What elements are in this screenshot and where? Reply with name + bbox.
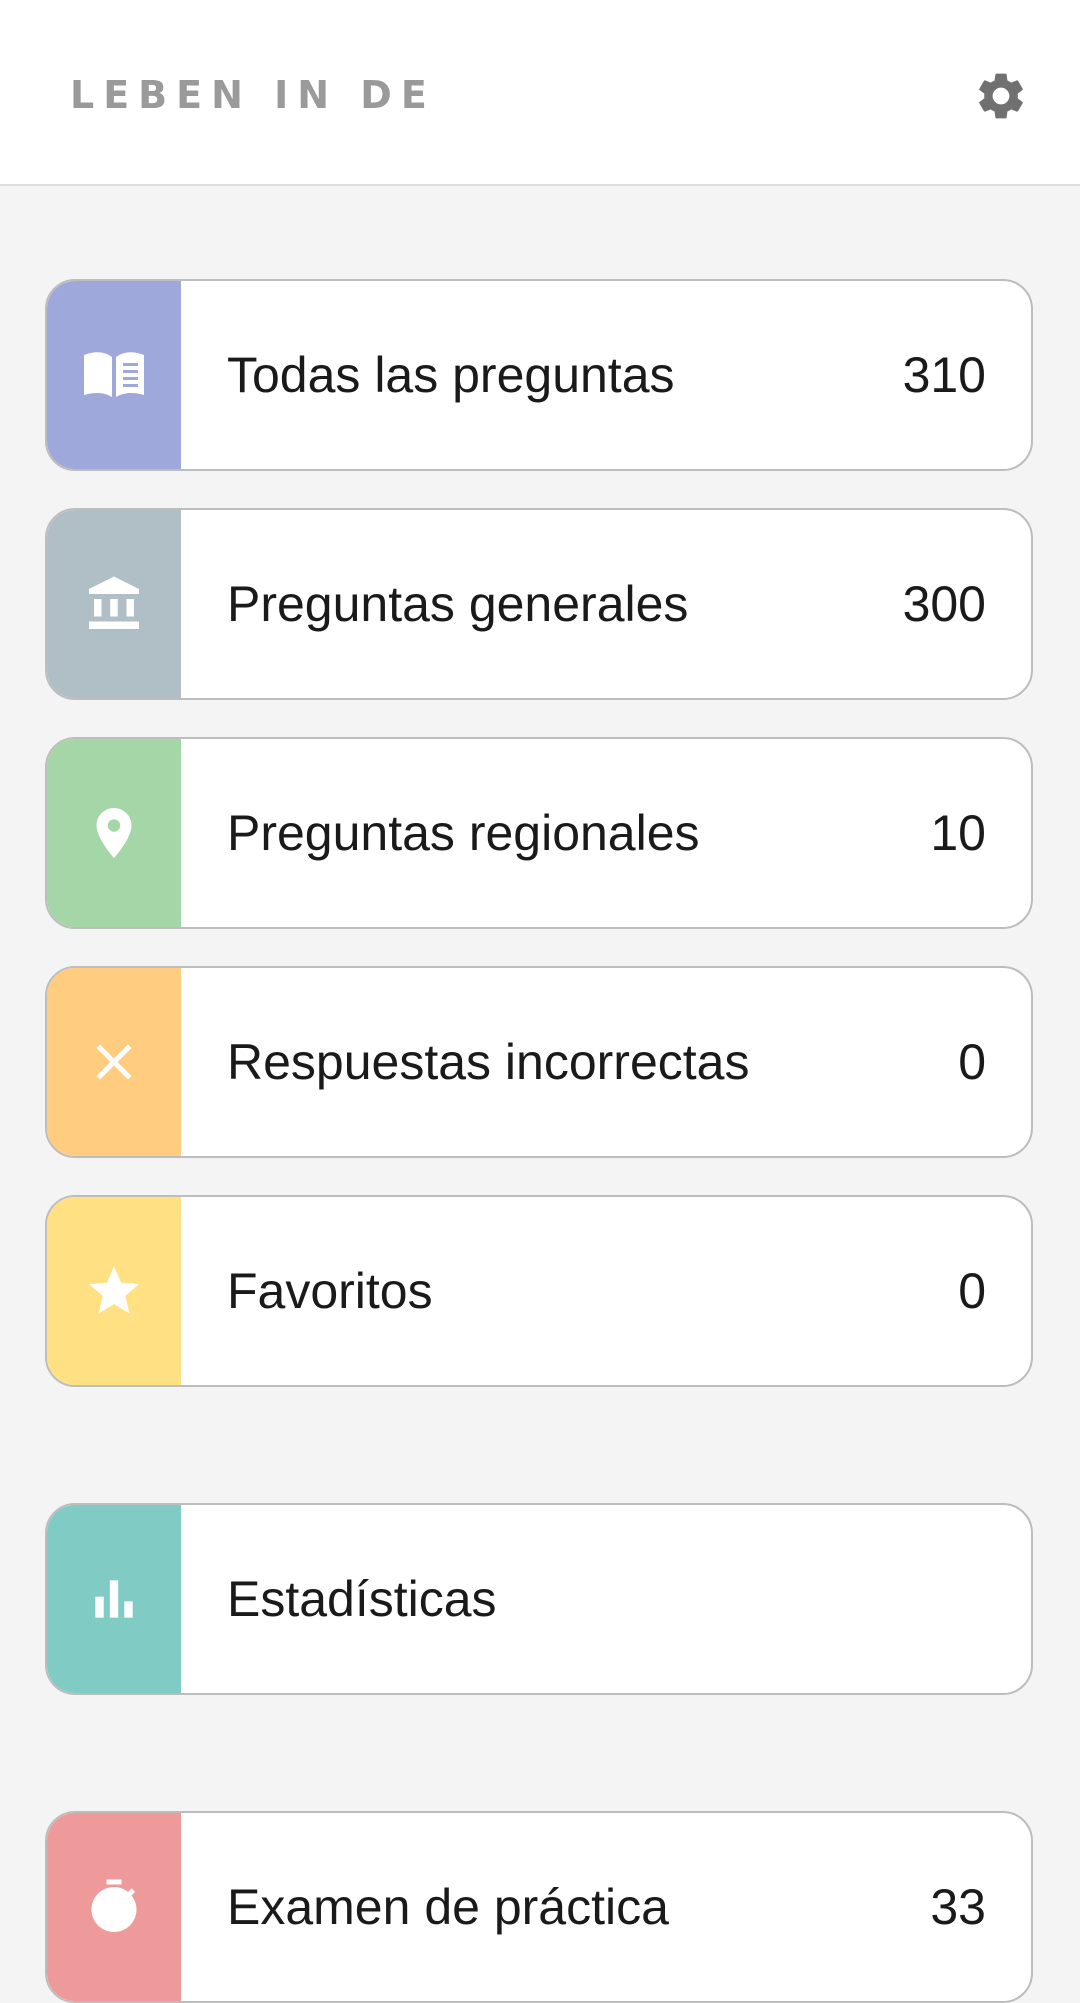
menu-item-label: Preguntas generales bbox=[227, 576, 689, 632]
bank-icon bbox=[89, 576, 139, 629]
app-header: LEBEN IN DE bbox=[0, 0, 1080, 186]
menu-item-statistics[interactable]: Estadísticas bbox=[45, 1503, 1033, 1695]
menu-item-icon-strip bbox=[47, 281, 181, 469]
menu-item-incorrect-answers[interactable]: Respuestas incorrectas 0 bbox=[45, 966, 1033, 1158]
stopwatch-icon bbox=[91, 1879, 137, 1932]
menu-item-label: Todas las preguntas bbox=[227, 347, 675, 403]
menu-item-label: Favoritos bbox=[227, 1263, 433, 1319]
menu-item-label: Examen de práctica bbox=[227, 1879, 669, 1935]
menu-item-count: 300 bbox=[902, 576, 986, 632]
close-icon bbox=[96, 1044, 132, 1080]
menu-item-label: Preguntas regionales bbox=[227, 805, 700, 861]
book-icon bbox=[84, 352, 144, 397]
app-title: LEBEN IN DE bbox=[70, 73, 436, 117]
menu-item-practice-exam[interactable]: Examen de práctica 33 bbox=[45, 1811, 1033, 2003]
menu-item-all-questions[interactable]: Todas las preguntas 310 bbox=[45, 279, 1033, 471]
menu-item-count: 33 bbox=[930, 1879, 986, 1935]
menu-item-label: Estadísticas bbox=[227, 1571, 497, 1627]
menu-item-regional-questions[interactable]: Preguntas regionales 10 bbox=[45, 737, 1033, 929]
menu-item-general-questions[interactable]: Preguntas generales 300 bbox=[45, 508, 1033, 700]
menu-item-icon-strip bbox=[47, 739, 181, 927]
menu-item-icon-strip bbox=[47, 1197, 181, 1385]
menu-item-icon-strip bbox=[47, 1505, 181, 1693]
menu-item-count: 0 bbox=[958, 1034, 986, 1090]
settings-button[interactable] bbox=[970, 65, 1032, 127]
menu-item-favorites[interactable]: Favoritos 0 bbox=[45, 1195, 1033, 1387]
menu-item-label: Respuestas incorrectas bbox=[227, 1034, 750, 1090]
menu-item-count: 10 bbox=[930, 805, 986, 861]
menu-item-count: 310 bbox=[902, 347, 986, 403]
bar-chart-icon bbox=[95, 1580, 133, 1618]
menu-item-icon-strip bbox=[47, 510, 181, 698]
menu-item-count: 0 bbox=[958, 1263, 986, 1319]
menu-item-icon-strip bbox=[47, 1813, 181, 2001]
location-pin-icon bbox=[96, 808, 132, 858]
menu-item-icon-strip bbox=[47, 968, 181, 1156]
gear-icon bbox=[979, 73, 1023, 119]
star-icon bbox=[89, 1266, 139, 1314]
